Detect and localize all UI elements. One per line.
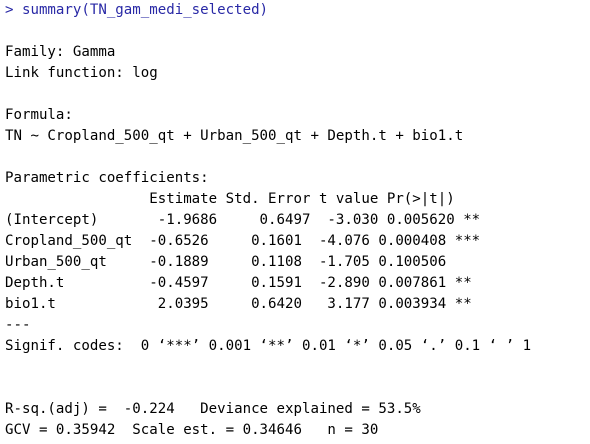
coefficients-table-header: Estimate Std. Error t value Pr(>|t|) xyxy=(5,191,455,207)
formula-line: TN ~ Cropland_500_qt + Urban_500_qt + De… xyxy=(5,128,464,144)
coefficients-row-bio1: bio1.t 2.0395 0.6420 3.177 0.003934 ** xyxy=(5,296,472,312)
command-line: > summary(TN_gam_medi_selected) xyxy=(5,2,269,18)
coefficients-row-depth: Depth.t -0.4597 0.1591 -2.890 0.007861 *… xyxy=(5,275,472,291)
separator-line: --- xyxy=(5,317,31,333)
r-console-output: > summary(TN_gam_medi_selected) Family: … xyxy=(0,0,590,444)
link-function-line: Link function: log xyxy=(5,65,158,81)
gcv-line: GCV = 0.35942 Scale est. = 0.34646 n = 3… xyxy=(5,422,379,438)
coefficients-row-cropland: Cropland_500_qt -0.6526 0.1601 -4.076 0.… xyxy=(5,233,481,249)
r-squared-line: R-sq.(adj) = -0.224 Deviance explained =… xyxy=(5,401,421,417)
formula-heading: Formula: xyxy=(5,107,73,123)
coefficients-row-urban: Urban_500_qt -0.1889 0.1108 -1.705 0.100… xyxy=(5,254,447,270)
coefficients-heading: Parametric coefficients: xyxy=(5,170,209,186)
coefficients-row-intercept: (Intercept) -1.9686 0.6497 -3.030 0.0056… xyxy=(5,212,481,228)
signif-codes-line: Signif. codes: 0 ‘***’ 0.001 ‘**’ 0.01 ‘… xyxy=(5,338,532,354)
family-line: Family: Gamma xyxy=(5,44,116,60)
